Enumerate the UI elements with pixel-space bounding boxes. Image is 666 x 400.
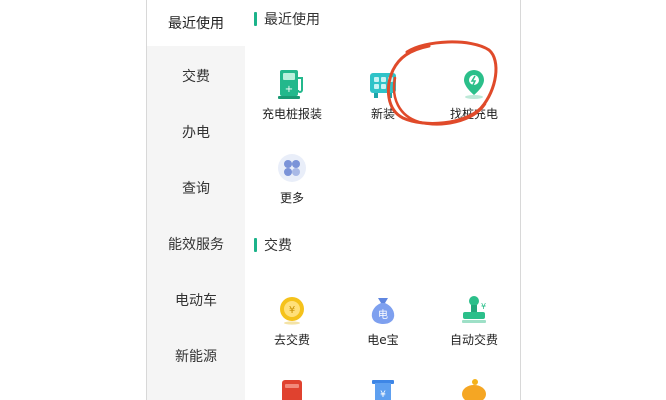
service-charging-pile-apply[interactable]: + 充电桩报装 <box>247 66 337 126</box>
service-label: 充电桩报装 <box>261 107 322 121</box>
phone-screen: 最近使用 交费 办电 查询 能效服务 电动车 新能源 最近使用 + 充电桩报装 … <box>147 0 520 400</box>
phone-edge-right <box>520 0 521 400</box>
svg-text:电: 电 <box>378 308 388 321</box>
service-more[interactable]: 更多 <box>247 150 337 210</box>
sidebar-item-label: 办电 <box>182 125 210 141</box>
service-label: 去交费 <box>273 333 310 347</box>
red-envelope-icon[interactable] <box>277 378 307 400</box>
service-label: 新装 <box>370 107 395 121</box>
sidebar-item-label: 能效服务 <box>168 237 224 253</box>
coin-icon: ¥ <box>274 292 310 328</box>
service-e-bao[interactable]: 电 电e宝 <box>338 292 428 352</box>
sidebar-item-label: 交费 <box>182 69 210 85</box>
location-charge-icon <box>456 66 492 102</box>
sidebar-item-label: 电动车 <box>175 293 217 309</box>
bill-icon[interactable]: ¥ <box>368 378 398 400</box>
svg-text:+: + <box>285 84 293 95</box>
sidebar-item-new-energy[interactable]: 新能源 <box>147 328 245 384</box>
section-title-recent: 最近使用 <box>254 11 320 28</box>
stamp-icon: ¥ <box>456 292 492 328</box>
sidebar-item-query[interactable]: 查询 <box>147 160 245 216</box>
svg-text:¥: ¥ <box>289 305 295 316</box>
service-auto-pay[interactable]: ¥ 自动交费 <box>429 292 519 352</box>
sidebar-item-efficiency[interactable]: 能效服务 <box>147 216 245 272</box>
section-title-text: 交费 <box>264 238 292 254</box>
category-sidebar: 最近使用 交费 办电 查询 能效服务 电动车 新能源 <box>147 0 245 400</box>
section-accent-bar <box>254 12 257 26</box>
more-grid-icon <box>274 150 310 186</box>
service-new-install[interactable]: 新装 <box>338 66 428 126</box>
service-label: 找桩充电 <box>449 107 498 121</box>
piggy-bank-icon[interactable] <box>459 378 489 400</box>
sidebar-item-apply[interactable]: 办电 <box>147 104 245 160</box>
section-title-text: 最近使用 <box>264 12 320 28</box>
service-pay[interactable]: ¥ 去交费 <box>247 292 337 352</box>
service-find-charger[interactable]: 找桩充电 <box>429 66 519 126</box>
svg-text:¥: ¥ <box>380 390 386 400</box>
service-label: 自动交费 <box>449 333 498 347</box>
service-label: 更多 <box>279 191 304 205</box>
service-label: 电e宝 <box>367 333 399 347</box>
svg-text:¥: ¥ <box>481 302 486 311</box>
meter-install-icon <box>365 66 401 102</box>
sidebar-item-ev[interactable]: 电动车 <box>147 272 245 328</box>
sidebar-item-label: 查询 <box>182 181 210 197</box>
money-bag-icon: 电 <box>365 292 401 328</box>
sidebar-item-payment[interactable]: 交费 <box>147 48 245 104</box>
sidebar-item-label: 新能源 <box>175 349 217 365</box>
section-accent-bar <box>254 238 257 252</box>
charging-pile-icon: + <box>274 66 310 102</box>
section-title-payment: 交费 <box>254 237 292 254</box>
sidebar-item-recent[interactable]: 最近使用 <box>147 0 245 46</box>
sidebar-item-label: 最近使用 <box>168 16 224 32</box>
